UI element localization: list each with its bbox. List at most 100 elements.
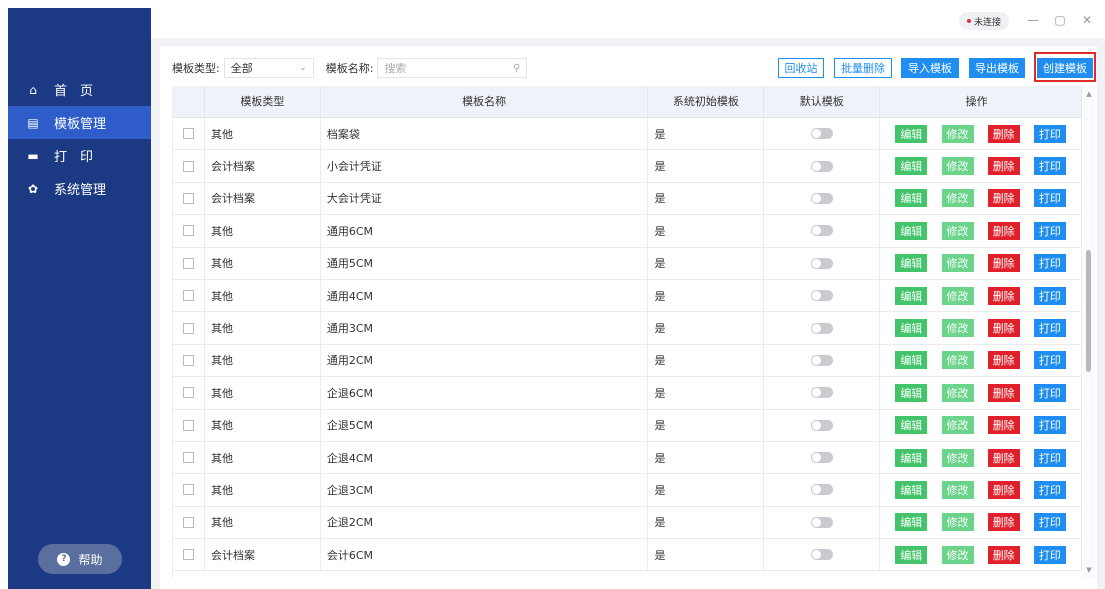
- import-template-button[interactable]: 导入模板: [901, 58, 959, 78]
- print-button[interactable]: 打印: [1033, 416, 1066, 435]
- modify-button[interactable]: 修改: [941, 383, 974, 402]
- delete-button[interactable]: 删除: [987, 286, 1020, 305]
- modify-button[interactable]: 修改: [941, 189, 974, 208]
- delete-button[interactable]: 删除: [987, 416, 1020, 435]
- sidebar-item-print[interactable]: ▬ 打 印: [8, 139, 151, 172]
- edit-button[interactable]: 编辑: [895, 189, 928, 208]
- row-checkbox[interactable]: [182, 484, 194, 496]
- table-row[interactable]: 会计档案 会计6CM 是 编辑 修改 删除 打印: [173, 539, 1082, 572]
- default-toggle[interactable]: [810, 290, 833, 302]
- print-button[interactable]: 打印: [1033, 157, 1066, 176]
- row-checkbox[interactable]: [182, 192, 194, 204]
- delete-button[interactable]: 删除: [987, 480, 1020, 499]
- default-toggle[interactable]: [810, 516, 833, 528]
- default-toggle[interactable]: [810, 128, 833, 140]
- table-row[interactable]: 其他 档案袋是 编辑 修改 删除 打印: [173, 118, 1082, 151]
- delete-button[interactable]: 删除: [987, 513, 1020, 532]
- table-row[interactable]: 其他 企退3CM 是 编辑 修改 删除 打印: [173, 474, 1082, 507]
- modify-button[interactable]: 修改: [941, 157, 974, 176]
- row-checkbox[interactable]: [182, 354, 194, 366]
- delete-button[interactable]: 删除: [987, 189, 1020, 208]
- print-button[interactable]: 打印: [1033, 545, 1066, 564]
- default-toggle[interactable]: [810, 354, 833, 366]
- edit-button[interactable]: 编辑: [895, 448, 928, 467]
- delete-button[interactable]: 删除: [987, 157, 1020, 176]
- row-checkbox[interactable]: [182, 160, 194, 172]
- table-row[interactable]: 其他 企退2CM 是 编辑 修改 删除 打印: [173, 506, 1082, 540]
- default-toggle[interactable]: [810, 549, 833, 561]
- recycle-bin-button[interactable]: 回收站: [778, 58, 824, 78]
- table-row[interactable]: 其他 通用3CM 是 编辑 修改 删除 打印: [173, 312, 1082, 345]
- default-toggle[interactable]: [810, 257, 833, 269]
- default-toggle[interactable]: [810, 387, 833, 399]
- row-checkbox[interactable]: [182, 452, 194, 464]
- print-button[interactable]: 打印: [1033, 221, 1066, 240]
- edit-button[interactable]: 编辑: [895, 157, 928, 176]
- default-toggle[interactable]: [810, 192, 833, 204]
- modify-button[interactable]: 修改: [941, 448, 974, 467]
- modify-button[interactable]: 修改: [941, 254, 974, 273]
- scroll-down-icon[interactable]: ▼: [1085, 566, 1093, 574]
- print-button[interactable]: 打印: [1033, 513, 1066, 532]
- table-row[interactable]: 其他 企退6CM 是 编辑 修改 删除 打印: [173, 377, 1082, 410]
- delete-button[interactable]: 删除: [987, 124, 1020, 143]
- print-button[interactable]: 打印: [1033, 383, 1066, 402]
- modify-button[interactable]: 修改: [941, 319, 974, 338]
- print-button[interactable]: 打印: [1033, 319, 1066, 338]
- print-button[interactable]: 打印: [1033, 286, 1066, 305]
- row-checkbox[interactable]: [182, 225, 194, 237]
- batch-delete-button[interactable]: 批量删除: [834, 58, 892, 78]
- print-button[interactable]: 打印: [1033, 124, 1066, 143]
- sidebar-item-system-management[interactable]: ✿ 系统管理: [8, 172, 151, 205]
- row-checkbox[interactable]: [182, 257, 194, 269]
- maximize-button[interactable]: ▢: [1051, 10, 1069, 30]
- minimize-button[interactable]: —: [1024, 10, 1042, 30]
- table-row[interactable]: 其他 通用5CM 是 编辑 修改 删除 打印: [173, 247, 1082, 280]
- modify-button[interactable]: 修改: [941, 124, 974, 143]
- search-input[interactable]: 搜索 ⚲: [377, 58, 528, 78]
- close-button[interactable]: ✕: [1078, 10, 1096, 30]
- table-scrollbar[interactable]: ▲ ▼: [1083, 86, 1095, 578]
- table-row[interactable]: 其他 通用4CM 是 编辑 修改 删除 打印: [173, 279, 1082, 313]
- table-row[interactable]: 其他 企退5CM 是 编辑 修改 删除 打印: [173, 409, 1082, 442]
- modify-button[interactable]: 修改: [941, 416, 974, 435]
- edit-button[interactable]: 编辑: [895, 480, 928, 499]
- edit-button[interactable]: 编辑: [895, 383, 928, 402]
- row-checkbox[interactable]: [182, 322, 194, 334]
- delete-button[interactable]: 删除: [987, 383, 1020, 402]
- modify-button[interactable]: 修改: [941, 221, 974, 240]
- print-button[interactable]: 打印: [1033, 351, 1066, 370]
- table-row[interactable]: 其他 通用6CM 是 编辑 修改 删除 打印: [173, 215, 1082, 248]
- print-button[interactable]: 打印: [1033, 189, 1066, 208]
- delete-button[interactable]: 删除: [987, 545, 1020, 564]
- delete-button[interactable]: 删除: [987, 254, 1020, 273]
- default-toggle[interactable]: [810, 225, 833, 237]
- delete-button[interactable]: 删除: [987, 448, 1020, 467]
- edit-button[interactable]: 编辑: [895, 124, 928, 143]
- modify-button[interactable]: 修改: [941, 480, 974, 499]
- edit-button[interactable]: 编辑: [895, 319, 928, 338]
- template-type-select[interactable]: 全部 ⌄: [223, 58, 314, 78]
- row-checkbox[interactable]: [182, 549, 194, 561]
- print-button[interactable]: 打印: [1033, 480, 1066, 499]
- modify-button[interactable]: 修改: [941, 545, 974, 564]
- row-checkbox[interactable]: [182, 387, 194, 399]
- edit-button[interactable]: 编辑: [895, 254, 928, 273]
- default-toggle[interactable]: [810, 484, 833, 496]
- modify-button[interactable]: 修改: [941, 351, 974, 370]
- edit-button[interactable]: 编辑: [895, 416, 928, 435]
- row-checkbox[interactable]: [182, 290, 194, 302]
- delete-button[interactable]: 删除: [987, 221, 1020, 240]
- default-toggle[interactable]: [810, 160, 833, 172]
- edit-button[interactable]: 编辑: [895, 545, 928, 564]
- scroll-up-icon[interactable]: ▲: [1085, 90, 1093, 98]
- help-button[interactable]: ? 帮助: [38, 544, 122, 574]
- row-checkbox[interactable]: [182, 128, 194, 140]
- delete-button[interactable]: 删除: [987, 351, 1020, 370]
- edit-button[interactable]: 编辑: [895, 513, 928, 532]
- default-toggle[interactable]: [810, 452, 833, 464]
- delete-button[interactable]: 删除: [987, 319, 1020, 338]
- modify-button[interactable]: 修改: [941, 513, 974, 532]
- row-checkbox[interactable]: [182, 419, 194, 431]
- edit-button[interactable]: 编辑: [895, 221, 928, 240]
